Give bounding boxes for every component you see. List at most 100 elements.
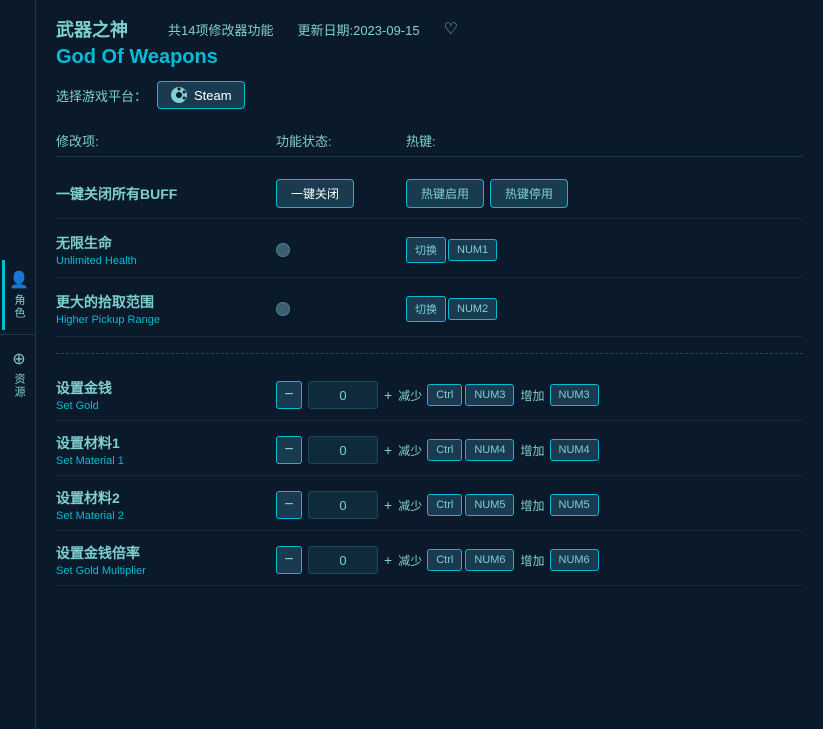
steam-logo-icon — [170, 86, 188, 104]
resource-name-en: Set Material 1 — [56, 455, 276, 467]
value-input[interactable] — [308, 381, 378, 409]
plus-label: + — [384, 442, 392, 458]
resource-name-cn: 设置材料2 — [56, 488, 276, 508]
one-key-close-button[interactable]: 一键关闭 — [276, 179, 354, 208]
plus-label: + — [384, 387, 392, 403]
one-key-row: 一键关闭所有BUFF 一键关闭 热键启用 热键停用 — [56, 165, 803, 219]
platform-label: 选择游戏平台： — [56, 86, 147, 105]
increase-label: 增加 — [520, 552, 544, 569]
content-area: 武器之神 共14项修改器功能 更新日期:2023-09-15 ♡ God Of … — [36, 0, 823, 729]
col-header-feature: 修改项: — [56, 131, 276, 150]
increase-key[interactable]: NUM6 — [550, 549, 599, 571]
resource-name-col: 设置材料1 Set Material 1 — [56, 433, 276, 467]
hotkey-enable-button[interactable]: 热键启用 — [406, 179, 484, 208]
decrease-label: 减少 — [398, 387, 422, 404]
resource-control-col: − + 减少 Ctrl NUM4 增加 NUM4 — [276, 436, 803, 464]
header-meta: 共14项修改器功能 更新日期:2023-09-15 ♡ — [168, 19, 458, 39]
resource-name-en: Set Gold Multiplier — [56, 565, 276, 577]
decrease-hotkey-group: 减少 Ctrl NUM5 — [398, 494, 514, 516]
increase-label: 增加 — [520, 387, 544, 404]
resource-feature-row: 设置材料2 Set Material 2 − + 减少 Ctrl NUM5 增加… — [56, 476, 803, 531]
resource-features-list: 设置金钱 Set Gold − + 减少 Ctrl NUM3 增加 NUM3 设… — [56, 366, 803, 586]
decrement-button[interactable]: − — [276, 491, 302, 519]
hotkey-group: 切换 NUM2 — [406, 296, 497, 322]
increase-key[interactable]: NUM5 — [550, 494, 599, 516]
feature-status-col — [276, 243, 406, 257]
resource-feature-row: 设置材料1 Set Material 1 − + 减少 Ctrl NUM4 增加… — [56, 421, 803, 476]
hotkey-toggle-label[interactable]: 切换 — [406, 296, 446, 322]
game-title-en: God Of Weapons — [56, 46, 803, 69]
meta-count: 共14项修改器功能 — [168, 20, 273, 39]
value-input[interactable] — [308, 546, 378, 574]
decrease-key[interactable]: NUM6 — [465, 549, 514, 571]
decrement-button[interactable]: − — [276, 436, 302, 464]
resource-name-en: Set Material 2 — [56, 510, 276, 522]
decrease-mod-key[interactable]: Ctrl — [427, 384, 462, 406]
decrease-key[interactable]: NUM5 — [465, 494, 514, 516]
resource-control-col: − + 减少 Ctrl NUM6 增加 NUM6 — [276, 546, 803, 574]
increase-label: 增加 — [520, 442, 544, 459]
resource-feature-row: 设置金钱倍率 Set Gold Multiplier − + 减少 Ctrl N… — [56, 531, 803, 586]
increase-key[interactable]: NUM4 — [550, 439, 599, 461]
value-input[interactable] — [308, 436, 378, 464]
column-headers: 修改项: 功能状态: 热键: — [56, 125, 803, 157]
platform-row: 选择游戏平台： Steam — [56, 81, 803, 109]
one-key-hotkey-col: 热键启用 热键停用 — [406, 179, 803, 208]
feature-name-col: 更大的拾取范围 Higher Pickup Range — [56, 292, 276, 326]
decrease-hotkey-group: 减少 Ctrl NUM6 — [398, 549, 514, 571]
resource-name-col: 设置材料2 Set Material 2 — [56, 488, 276, 522]
character-icon: 👤 — [9, 270, 29, 290]
decrement-button[interactable]: − — [276, 381, 302, 409]
increase-key[interactable]: NUM3 — [550, 384, 599, 406]
resource-name-cn: 设置金钱 — [56, 378, 276, 398]
toggle-circle[interactable] — [276, 302, 290, 316]
character-feature-row: 无限生命 Unlimited Health 切换 NUM1 — [56, 219, 803, 278]
resource-name-cn: 设置材料1 — [56, 433, 276, 453]
decrease-hotkey-group: 减少 Ctrl NUM4 — [398, 439, 514, 461]
decrease-key[interactable]: NUM4 — [465, 439, 514, 461]
feature-name-cn: 更大的拾取范围 — [56, 292, 276, 312]
one-key-name: 一键关闭所有BUFF — [56, 184, 276, 204]
decrease-hotkey-group: 减少 Ctrl NUM3 — [398, 384, 514, 406]
decrease-mod-key[interactable]: Ctrl — [427, 439, 462, 461]
feature-name-col: 无限生命 Unlimited Health — [56, 233, 276, 267]
hotkey-disable-button[interactable]: 热键停用 — [490, 179, 568, 208]
one-key-name-col: 一键关闭所有BUFF — [56, 184, 276, 204]
toggle-circle[interactable] — [276, 243, 290, 257]
platform-steam-label: Steam — [194, 88, 232, 103]
decrease-mod-key[interactable]: Ctrl — [427, 494, 462, 516]
decrease-key[interactable]: NUM3 — [465, 384, 514, 406]
increase-hotkey-group: 增加 NUM6 — [520, 549, 598, 571]
increase-label: 增加 — [520, 497, 544, 514]
decrease-label: 减少 — [398, 552, 422, 569]
hotkey-key[interactable]: NUM2 — [448, 298, 497, 320]
hotkey-key[interactable]: NUM1 — [448, 239, 497, 261]
sidebar-section-character[interactable]: 👤 角色 — [2, 260, 33, 330]
col-header-status: 功能状态: — [276, 131, 406, 150]
decrease-mod-key[interactable]: Ctrl — [427, 549, 462, 571]
sidebar-label-character: 角色 — [11, 294, 27, 320]
meta-date: 更新日期:2023-09-15 — [297, 20, 419, 39]
character-feature-row: 更大的拾取范围 Higher Pickup Range 切换 NUM2 — [56, 278, 803, 337]
resource-name-cn: 设置金钱倍率 — [56, 543, 276, 563]
resource-name-col: 设置金钱倍率 Set Gold Multiplier — [56, 543, 276, 577]
character-features-list: 无限生命 Unlimited Health 切换 NUM1 更大的拾取范围 Hi… — [56, 219, 803, 337]
heart-icon[interactable]: ♡ — [444, 19, 458, 39]
hotkey-toggle-label[interactable]: 切换 — [406, 237, 446, 263]
sidebar-label-resource: 资源 — [11, 373, 27, 399]
decrement-button[interactable]: − — [276, 546, 302, 574]
feature-name-en: Unlimited Health — [56, 255, 276, 267]
value-input[interactable] — [308, 491, 378, 519]
sidebar-section-resource[interactable]: ⊕ 资源 — [4, 339, 31, 409]
decrease-label: 减少 — [398, 497, 422, 514]
feature-status-col — [276, 302, 406, 316]
resource-name-en: Set Gold — [56, 400, 276, 412]
decrease-label: 减少 — [398, 442, 422, 459]
feature-hotkey-col: 切换 NUM2 — [406, 296, 803, 322]
resource-control-col: − + 减少 Ctrl NUM5 增加 NUM5 — [276, 491, 803, 519]
sidebar: 👤 角色 ⊕ 资源 — [0, 0, 36, 729]
plus-label: + — [384, 552, 392, 568]
platform-steam-button[interactable]: Steam — [157, 81, 245, 109]
resource-feature-row: 设置金钱 Set Gold − + 减少 Ctrl NUM3 增加 NUM3 — [56, 366, 803, 421]
feature-name-cn: 无限生命 — [56, 233, 276, 253]
